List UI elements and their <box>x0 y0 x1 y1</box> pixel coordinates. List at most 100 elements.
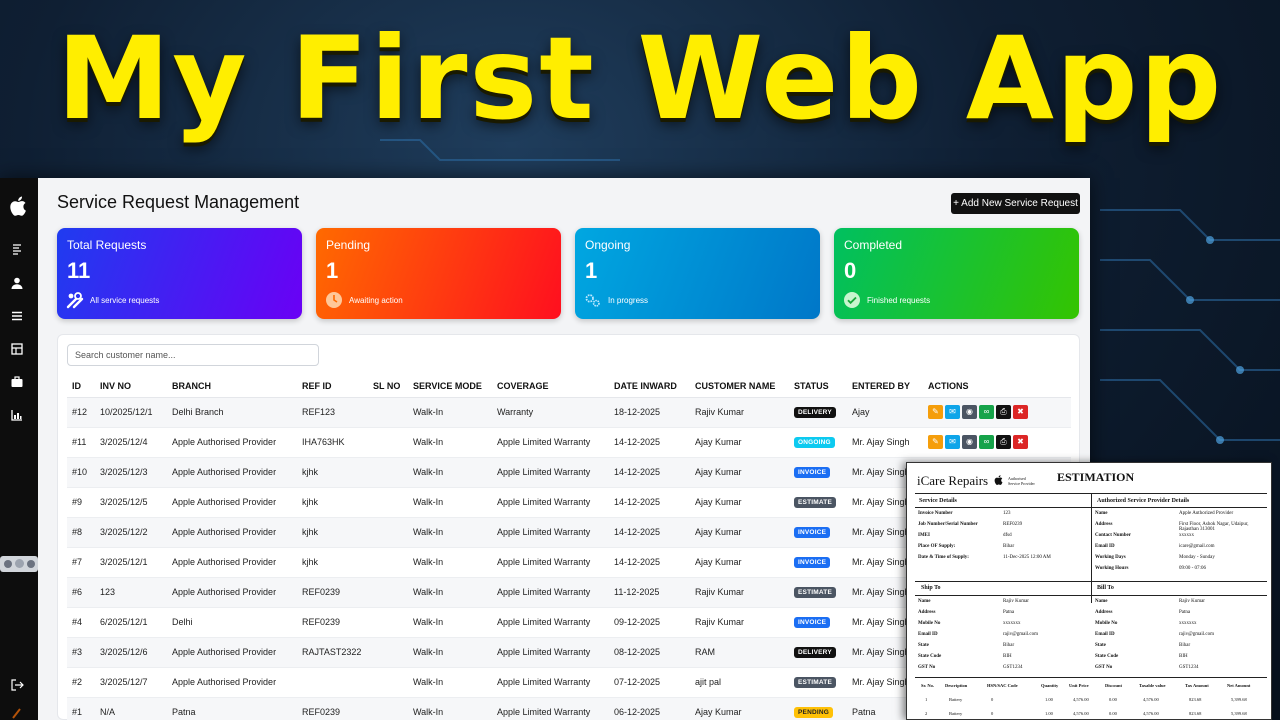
column-header[interactable]: SL NO <box>368 375 408 398</box>
cell-branch: Apple Authorised Provider <box>167 637 297 668</box>
cell-date: 14-12-2025 <box>609 427 690 458</box>
table-row[interactable]: #11 3/2025/12/4 Apple Authorised Provider I… <box>67 427 1071 458</box>
cell-inv: N/A <box>95 697 167 720</box>
service-detail-label: Job Number/Serial Number <box>918 522 978 527</box>
column-header[interactable]: INV NO <box>95 375 167 398</box>
table-row[interactable]: #12 10/2025/12/1 Delhi Branch REF123 Walk-In… <box>67 397 1071 428</box>
cell-branch: Apple Authorised Provider <box>167 547 297 578</box>
column-header[interactable]: COVERAGE <box>492 375 609 398</box>
table-icon[interactable] <box>10 342 24 356</box>
attach-icon[interactable]: ✉ <box>945 405 960 419</box>
print-icon[interactable]: ⎙ <box>996 405 1011 419</box>
cell-date: 11-12-2025 <box>609 577 690 608</box>
cell-customer: Ajay Kumar <box>690 487 789 518</box>
clock-icon <box>326 292 342 308</box>
provider-detail-value: icare@gmail.com <box>1179 544 1215 549</box>
column-header[interactable]: REF ID <box>297 375 368 398</box>
cell-sl <box>368 457 408 488</box>
column-header[interactable]: ID <box>67 375 95 398</box>
cell-inv: 3/2025/12/5 <box>95 487 167 518</box>
service-detail-value: Bihar <box>1003 544 1015 549</box>
estimation-item-cell: 4,576.00 <box>1073 711 1089 716</box>
cell-sl <box>368 397 408 428</box>
print-icon[interactable]: ⎙ <box>996 435 1011 449</box>
card-count: 1 <box>585 258 598 283</box>
bill-to-label: Address <box>1095 610 1113 615</box>
cell-sl <box>368 517 408 548</box>
column-header[interactable]: ACTIONS <box>923 375 1071 398</box>
column-header[interactable]: DATE INWARD <box>609 375 690 398</box>
add-service-request-button[interactable]: + Add New Service Request <box>951 193 1080 214</box>
card-total-requests[interactable]: Total Requests 11 All service requests <box>57 228 302 319</box>
sidebar-scroll-handle[interactable] <box>0 556 38 572</box>
provider-details-heading: Authorized Service Provider Details <box>1097 498 1190 504</box>
cell-entered: Mr. Ajay Singh <box>847 427 923 458</box>
cell-coverage: Apple Limited Warranty <box>492 667 609 698</box>
apple-logo-icon <box>10 196 26 216</box>
card-subtitle: Finished requests <box>867 296 931 305</box>
column-header[interactable]: ENTERED BY <box>847 375 923 398</box>
cell-mode: Walk-In <box>408 697 492 720</box>
cell-ref: REF123 <box>297 397 368 428</box>
cell-customer: Ajay Kumar <box>690 547 789 578</box>
column-header[interactable]: STATUS <box>789 375 847 398</box>
cell-ref: REF0239 <box>297 697 368 720</box>
edit-icon[interactable]: ✎ <box>928 435 943 449</box>
service-detail-label: Invoice Number <box>918 511 953 516</box>
estimation-item-cell: 1.00 <box>1045 711 1053 716</box>
estimation-column-header: Net Amount <box>1227 683 1251 688</box>
video-title-headline: My First Web App <box>56 12 1224 145</box>
chart-icon[interactable] <box>10 408 24 422</box>
estimation-item-cell: 5,399.68 <box>1231 697 1247 702</box>
column-header[interactable]: BRANCH <box>167 375 297 398</box>
cell-inv: 123 <box>95 577 167 608</box>
estimation-brand: iCare Repairs <box>917 473 989 488</box>
actions-cell: ✎ ✉ ◉ ∞ ⎙ ✖ <box>923 427 1071 458</box>
estimation-title: ESTIMATION <box>1057 470 1135 484</box>
user-icon[interactable] <box>10 276 24 290</box>
status-cell: PENDING <box>789 697 847 720</box>
view-icon[interactable]: ◉ <box>962 435 977 449</box>
cell-inv: 10/2025/12/1 <box>95 397 167 428</box>
ship-to-label: Name <box>918 599 931 604</box>
cell-customer: RAM <box>690 637 789 668</box>
share-icon[interactable]: ∞ <box>979 435 994 449</box>
card-count: 1 <box>326 258 339 283</box>
cell-branch: Apple Authorised Provider <box>167 427 297 458</box>
card-ongoing[interactable]: Ongoing 1 In progress <box>575 228 820 319</box>
attach-icon[interactable]: ✉ <box>945 435 960 449</box>
estimation-column-header: HSN/SAC Code <box>987 683 1018 688</box>
view-icon[interactable]: ◉ <box>962 405 977 419</box>
apple-logo-icon <box>994 475 1003 485</box>
menu-icon[interactable] <box>10 242 24 256</box>
cell-inv: 3/2025/12/6 <box>95 637 167 668</box>
cell-id: #8 <box>67 517 95 548</box>
estimation-column-header: Tax Amount <box>1185 683 1209 688</box>
cell-branch: Patna <box>167 697 297 720</box>
logout-icon[interactable] <box>10 678 24 692</box>
cell-sl <box>368 667 408 698</box>
edit-icon[interactable]: ✎ <box>928 405 943 419</box>
status-badge: ONGOING <box>794 437 835 448</box>
list-icon[interactable] <box>10 309 24 323</box>
column-header[interactable]: CUSTOMER NAME <box>690 375 789 398</box>
search-customer-input[interactable] <box>67 344 319 366</box>
cell-sl <box>368 547 408 578</box>
cell-coverage: Apple Limited Warranty <box>492 577 609 608</box>
delete-icon[interactable]: ✖ <box>1013 405 1028 419</box>
column-header[interactable]: SERVICE MODE <box>408 375 492 398</box>
share-icon[interactable]: ∞ <box>979 405 994 419</box>
check-circle-icon <box>844 292 860 308</box>
brush-icon[interactable] <box>10 706 24 720</box>
service-detail-value: 123 <box>1003 511 1011 516</box>
estimation-column-header: Description <box>945 683 968 688</box>
delete-icon[interactable]: ✖ <box>1013 435 1028 449</box>
card-completed[interactable]: Completed 0 Finished requests <box>834 228 1079 319</box>
briefcase-icon[interactable] <box>10 375 24 389</box>
card-pending[interactable]: Pending 1 Awaiting action <box>316 228 561 319</box>
cell-mode: Walk-In <box>408 637 492 668</box>
card-subtitle: In progress <box>608 296 649 305</box>
status-badge: ESTIMATE <box>794 677 836 688</box>
cell-inv: 3/2025/12/2 <box>95 517 167 548</box>
bill-to-value: Bihar <box>1179 643 1191 648</box>
